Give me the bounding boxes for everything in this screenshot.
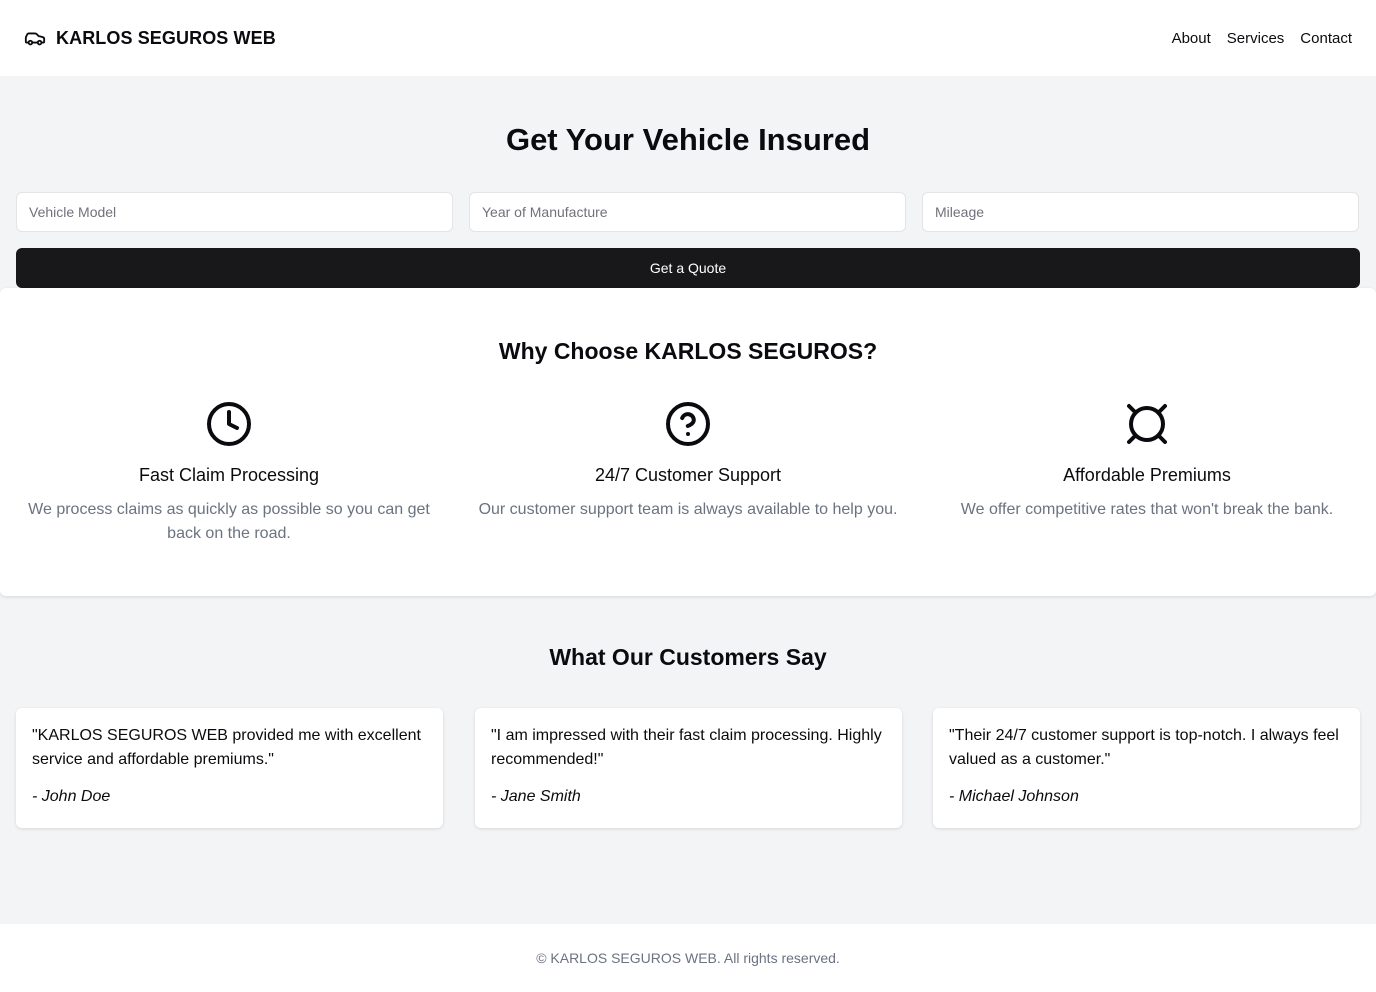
currency-icon — [933, 400, 1361, 448]
testimonials-title: What Our Customers Say — [549, 644, 827, 670]
testimonial-quote: "Their 24/7 customer support is top-notc… — [949, 727, 1339, 768]
nav-link-services[interactable]: Services — [1227, 30, 1285, 47]
site-header: KARLOS SEGUROS WEB About Services Contac… — [0, 0, 1376, 76]
footer-copyright: © KARLOS SEGUROS WEB. All rights reserve… — [536, 950, 840, 966]
brand-name: KARLOS SEGUROS WEB — [56, 27, 276, 48]
nav-link-about[interactable]: About — [1172, 30, 1211, 47]
nav-link-contact[interactable]: Contact — [1300, 30, 1352, 47]
feature-description: Our customer support team is always avai… — [478, 501, 898, 518]
feature-affordable-premiums: Affordable Premiums We offer competitive… — [933, 400, 1361, 522]
testimonial-card: "I am impressed with their fast claim pr… — [475, 708, 902, 828]
features-section: Why Choose KARLOS SEGUROS? Fast Claim Pr… — [0, 288, 1376, 596]
testimonial-quote: "I am impressed with their fast claim pr… — [491, 727, 882, 768]
feature-description: We process claims as quickly as possible… — [28, 501, 430, 542]
feature-title: 24/7 Customer Support — [594, 465, 782, 485]
help-circle-icon — [474, 400, 902, 448]
testimonial-quote: "KARLOS SEGUROS WEB provided me with exc… — [32, 727, 421, 768]
feature-customer-support: 24/7 Customer Support Our customer suppo… — [474, 400, 902, 522]
quote-form: Get a Quote — [16, 192, 1360, 288]
hero-title: Get Your Vehicle Insured — [505, 122, 871, 157]
year-of-manufacture-input[interactable] — [469, 192, 906, 232]
site-footer: © KARLOS SEGUROS WEB. All rights reserve… — [0, 924, 1376, 992]
testimonial-author: - Jane Smith — [491, 788, 581, 805]
testimonial-card: "KARLOS SEGUROS WEB provided me with exc… — [16, 708, 443, 828]
mileage-input[interactable] — [922, 192, 1359, 232]
testimonial-author: - Michael Johnson — [949, 788, 1079, 805]
testimonial-author: - John Doe — [32, 788, 111, 805]
car-icon — [24, 27, 46, 49]
feature-fast-claims: Fast Claim Processing We process claims … — [15, 400, 443, 546]
brand-link[interactable]: KARLOS SEGUROS WEB — [24, 27, 276, 49]
clock-icon — [15, 400, 443, 448]
testimonial-card: "Their 24/7 customer support is top-notc… — [933, 708, 1360, 828]
feature-title: Affordable Premiums — [1063, 465, 1231, 485]
feature-title: Fast Claim Processing — [138, 465, 320, 485]
quote-inputs-row — [16, 192, 1360, 232]
features-title: Why Choose KARLOS SEGUROS? — [498, 338, 878, 364]
vehicle-model-input[interactable] — [16, 192, 453, 232]
feature-description: We offer competitive rates that won't br… — [960, 501, 1334, 518]
main-nav: About Services Contact — [1172, 30, 1352, 47]
get-quote-button[interactable]: Get a Quote — [16, 248, 1360, 288]
